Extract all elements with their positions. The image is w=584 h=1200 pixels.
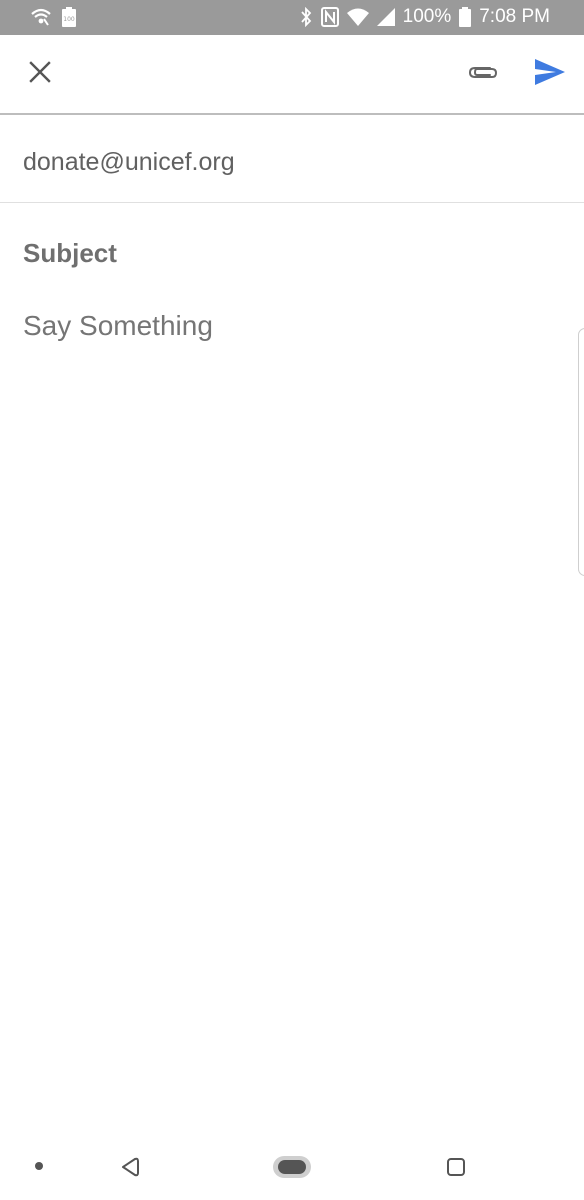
dot-icon[interactable] xyxy=(30,1157,48,1175)
battery-saver-icon: 100 xyxy=(62,7,76,27)
battery-percent: 100% xyxy=(402,6,452,27)
navigation-bar xyxy=(0,1135,584,1200)
to-recipient[interactable]: donate@unicef.org xyxy=(23,148,235,177)
paperclip-icon xyxy=(466,62,498,87)
edge-panel-handle[interactable] xyxy=(578,328,584,576)
wifi-icon xyxy=(346,8,369,26)
send-icon xyxy=(534,58,566,91)
svg-text:100: 100 xyxy=(63,16,75,23)
attach-button[interactable] xyxy=(458,52,506,96)
status-time: 7:08 PM xyxy=(479,6,550,27)
close-button[interactable] xyxy=(18,52,62,96)
recent-apps-icon[interactable] xyxy=(442,1153,470,1181)
status-bar: 100 100% 7:08 PM xyxy=(0,0,584,35)
to-field-row[interactable]: donate@unicef.org xyxy=(0,115,584,203)
close-icon xyxy=(28,60,52,89)
wifi-call-icon xyxy=(30,7,52,27)
battery-icon xyxy=(459,7,472,27)
subject-field[interactable]: Subject xyxy=(23,238,117,269)
body-field[interactable]: Say Something xyxy=(23,310,213,342)
bluetooth-icon xyxy=(299,7,313,27)
send-button[interactable] xyxy=(526,52,574,96)
home-icon[interactable] xyxy=(270,1153,314,1181)
compose-toolbar xyxy=(0,35,584,115)
back-icon[interactable] xyxy=(116,1153,144,1181)
nfc-icon xyxy=(320,7,339,27)
signal-icon xyxy=(376,8,395,26)
